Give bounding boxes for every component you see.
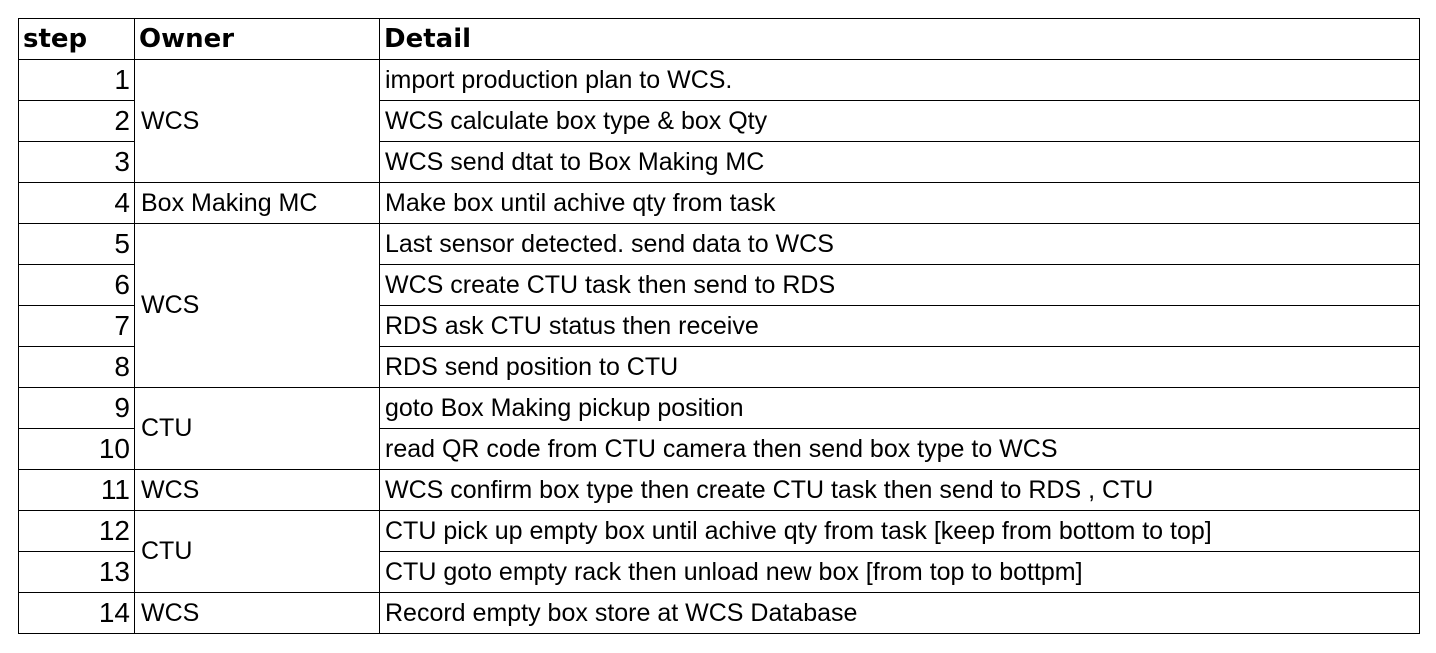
step-number: 12 [18,510,135,552]
step-number: 3 [18,141,135,183]
owner-cell: CTU [134,510,380,593]
step-column-header: step [18,18,135,60]
owner-column-header: Owner [134,18,380,60]
table-row: 11 WCS WCS confirm box type then create … [18,469,1420,511]
owner-cell: Box Making MC [134,182,380,224]
step-detail: Make box until achive qty from task [379,182,1420,224]
step-number: 10 [18,428,135,470]
table-row: 9 CTU goto Box Making pickup position [18,387,1420,470]
step-detail: WCS calculate box type & box Qty [379,100,1420,142]
step-number: 2 [18,100,135,142]
table-row: 1 WCS import production plan to WCS. [18,59,1420,183]
step-detail: WCS create CTU task then send to RDS [379,264,1420,306]
step-detail: goto Box Making pickup position [379,387,1420,429]
table-body: 1 WCS import production plan to WCS. 2 W… [18,59,1420,634]
step-number: 4 [18,182,135,224]
step-detail: WCS confirm box type then create CTU tas… [379,469,1420,511]
step-number: 13 [18,551,135,593]
process-steps-table: step Owner Detail 1 WCS import productio… [18,18,1420,634]
step-detail: RDS send position to CTU [379,346,1420,388]
step-detail: import production plan to WCS. [379,59,1420,101]
owner-cell: WCS [134,592,380,634]
step-detail: CTU pick up empty box until achive qty f… [379,510,1420,552]
owner-cell: CTU [134,387,380,470]
table-row: 12 CTU CTU pick up empty box until achiv… [18,510,1420,593]
step-number: 9 [18,387,135,429]
step-number: 11 [18,469,135,511]
table-row: 4 Box Making MC Make box until achive qt… [18,182,1420,224]
step-number: 7 [18,305,135,347]
table-row: 5 WCS Last sensor detected. send data to… [18,223,1420,388]
table-row: 14 WCS Record empty box store at WCS Dat… [18,592,1420,634]
owner-cell: WCS [134,59,380,183]
table-header-row: step Owner Detail [18,18,1420,60]
step-number: 14 [18,592,135,634]
step-detail: Record empty box store at WCS Database [379,592,1420,634]
step-number: 5 [18,223,135,265]
step-detail: CTU goto empty rack then unload new box … [379,551,1420,593]
step-detail: Last sensor detected. send data to WCS [379,223,1420,265]
step-detail: read QR code from CTU camera then send b… [379,428,1420,470]
step-number: 1 [18,59,135,101]
step-number: 8 [18,346,135,388]
step-detail: WCS send dtat to Box Making MC [379,141,1420,183]
owner-cell: WCS [134,469,380,511]
detail-column-header: Detail [379,18,1420,60]
step-detail: RDS ask CTU status then receive [379,305,1420,347]
owner-cell: WCS [134,223,380,388]
step-number: 6 [18,264,135,306]
